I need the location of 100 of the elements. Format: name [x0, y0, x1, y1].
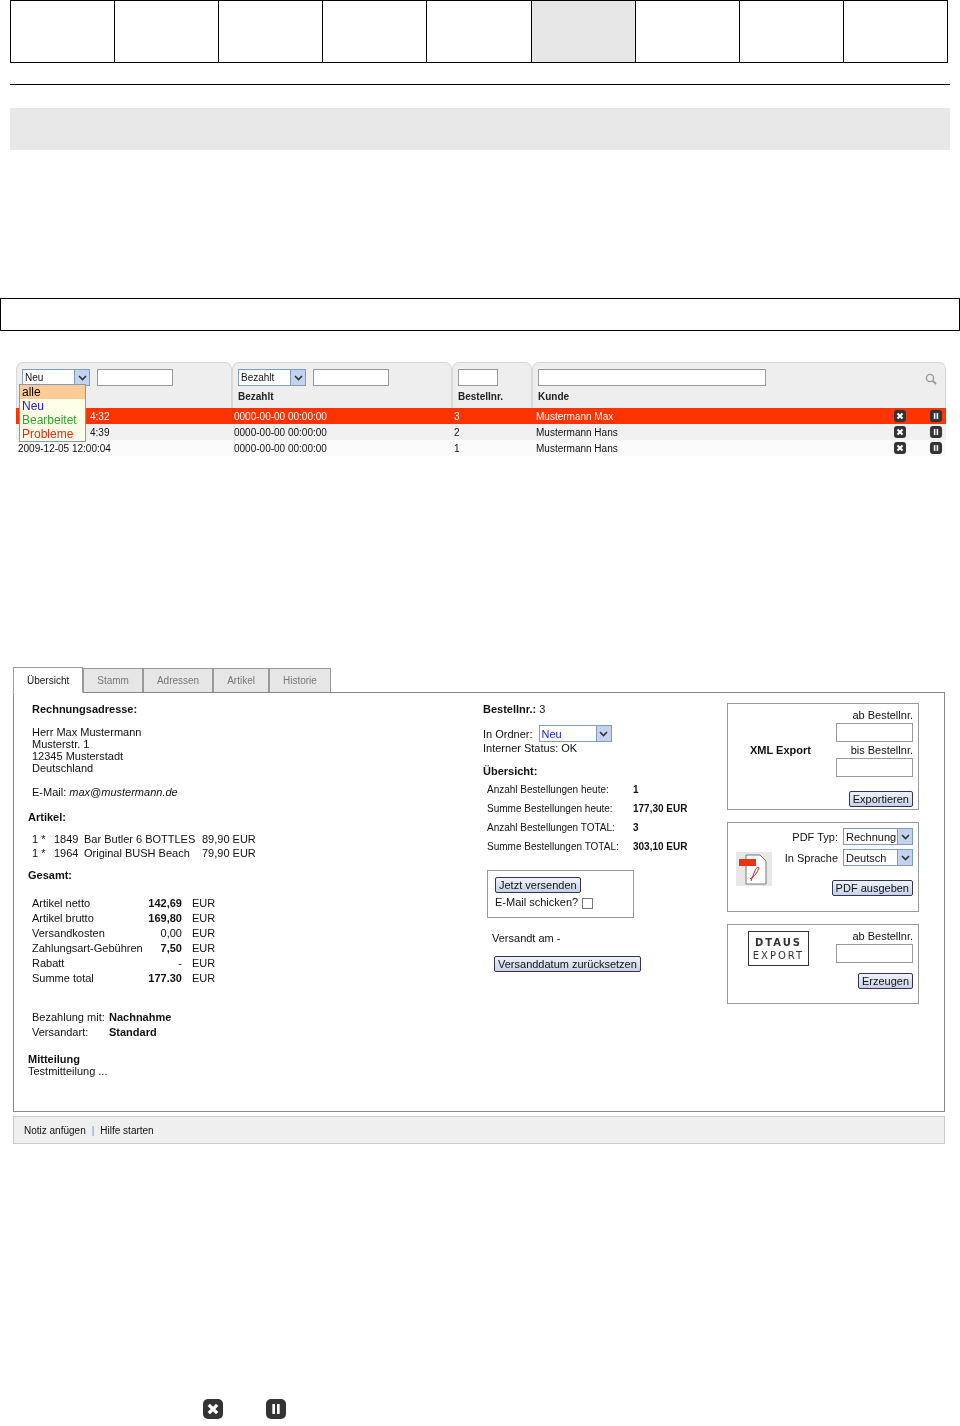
section-heading: Rechnungsadresse: — [31, 703, 139, 715]
table-cell-text: Summe Bestellungen TOTAL: — [487, 840, 620, 853]
pdf-file-icon — [736, 852, 772, 886]
column-label: Bezahlt — [238, 391, 275, 402]
table-cell-text: Anzahl Bestellungen TOTAL: — [487, 821, 616, 834]
filter-field[interactable] — [97, 369, 173, 386]
order-number: Bestellnr.: 3 — [483, 703, 547, 715]
close-icon[interactable] — [894, 426, 906, 438]
reset-button[interactable]: Versanddatum zurücksetzen — [494, 956, 641, 972]
filter-field[interactable] — [313, 369, 389, 386]
table-cell-text: Versandart: — [32, 1025, 90, 1038]
section-heading: Mitteilung — [28, 1053, 81, 1065]
table-cell-text: 177,30 EUR — [633, 802, 689, 815]
table-cell-text: Original BUSH Beach — [84, 847, 191, 859]
column-label: Kunde — [538, 391, 571, 402]
tab[interactable]: Stamm — [83, 668, 143, 692]
table-cell-text: EUR — [191, 896, 217, 909]
field-label: bis Bestellnr. — [850, 744, 913, 756]
type-select[interactable]: Rechnung — [843, 828, 913, 845]
pause-icon — [266, 1399, 286, 1419]
export-logo: DTAUS EXPORT — [748, 931, 809, 966]
table-cell-text: 1 — [453, 442, 461, 454]
table-cell-text: EUR — [191, 956, 217, 969]
email-label: E-Mail: max@mustermann.de — [31, 786, 179, 798]
table-cell-text: 142,69 — [147, 896, 182, 909]
caret-icon — [599, 730, 609, 737]
table-cell-text: Artikel netto — [32, 896, 92, 909]
tab[interactable]: Historie — [268, 668, 331, 692]
table-cell-text: Mustermann Hans — [535, 442, 618, 454]
menu-option[interactable]: Probleme — [20, 427, 85, 441]
table-cell-text: Bezahlung mit: — [32, 1010, 106, 1023]
field-label: PDF Typ: — [792, 830, 838, 843]
caret-icon — [77, 374, 87, 381]
pause-icon[interactable] — [930, 410, 942, 422]
footer-link[interactable]: Hilfe starten — [100, 1124, 154, 1136]
table-cell-text: 0000-00-00 00:00:00 — [233, 410, 328, 422]
table-cell-text: Summe Bestellungen heute: — [487, 802, 614, 815]
from-field[interactable] — [836, 723, 913, 742]
section-heading: Übersicht: — [483, 765, 539, 777]
table-cell-text: 303,10 EUR — [633, 840, 689, 853]
table-cell-text: EUR — [191, 941, 217, 954]
close-icon[interactable] — [894, 442, 906, 454]
message-text: Testmitteilung ... — [28, 1065, 109, 1077]
table-cell-text: Nachnahme — [109, 1010, 173, 1023]
filter-field[interactable] — [458, 369, 498, 386]
address-line: Deutschland — [32, 762, 95, 774]
table-cell-text: EUR — [191, 926, 217, 939]
caret-icon — [900, 833, 910, 840]
table-cell: Zahlungsart-Gebühren — [32, 941, 142, 954]
order-row[interactable]: 2009-12-05 12:00:04 0000-00-00 00:00:00 1 Mustermann Hans — [16, 440, 946, 456]
send-button[interactable]: Jetzt versenden — [495, 877, 581, 893]
column-label: Bestellnr. — [458, 391, 505, 402]
language-select[interactable]: Deutsch — [843, 849, 913, 866]
table-cell-text: 0000-00-00 00:00:00 — [233, 426, 328, 438]
tab[interactable]: Übersicht — [13, 667, 84, 693]
table-cell-text: 0,00 — [159, 926, 182, 939]
table-cell-text: 3 — [633, 821, 640, 834]
table-cell-text: Anzahl Bestellungen heute: — [487, 783, 610, 796]
shipped-text: Versandt am - — [491, 932, 562, 944]
table-cell-text: 169,80 — [147, 911, 182, 924]
address-line: Musterstr. 1 — [32, 738, 91, 750]
table-cell-text: Mustermann Hans — [535, 426, 618, 438]
table-cell-text: 0000-00-00 00:00:00 — [233, 442, 328, 454]
caret-icon — [293, 374, 303, 381]
panel-title: XML Export — [749, 744, 812, 756]
field-label: In Ordner: — [483, 727, 533, 740]
table-cell-text: 2009-12-05 12:00:04 — [17, 442, 111, 454]
field-label: ab Bestellnr. — [852, 930, 913, 942]
tab[interactable]: Artikel — [213, 668, 269, 692]
separator: | — [91, 1124, 95, 1136]
filter-select[interactable]: Bezahlt — [238, 369, 306, 386]
close-icon — [203, 1399, 223, 1419]
table-cell-text: 1 * — [32, 847, 47, 859]
pause-icon[interactable] — [930, 426, 942, 438]
table-cell-text: 1964 — [54, 847, 80, 859]
address-line: 12345 Musterstadt — [32, 750, 125, 762]
tab[interactable]: Adressen — [142, 668, 214, 692]
pause-icon[interactable] — [930, 442, 942, 454]
from-field[interactable] — [836, 944, 913, 963]
table-cell-text: Versandkosten — [32, 926, 106, 939]
to-field[interactable] — [836, 758, 913, 777]
section-heading: Gesamt: — [28, 869, 74, 881]
table-cell-text: Artikel brutto — [32, 911, 95, 924]
address-line: Herr Max Mustermann — [32, 726, 143, 738]
export-button[interactable]: Exportieren — [848, 791, 913, 807]
table-cell-text: Standard — [109, 1025, 158, 1038]
generate-button[interactable]: Erzeugen — [857, 973, 913, 989]
checkbox-label: E-Mail schicken? — [495, 896, 594, 909]
field-label: ab Bestellnr. — [852, 709, 913, 721]
table-cell-text: 2 — [453, 426, 461, 438]
field-label: In Sprache — [784, 851, 838, 864]
checkbox[interactable] — [582, 897, 594, 909]
section-heading: Artikel: — [28, 811, 67, 823]
filter-field[interactable] — [538, 369, 766, 386]
close-icon[interactable] — [894, 410, 906, 422]
folder-select[interactable]: Neu — [538, 725, 612, 742]
pdf-button[interactable]: PDF ausgeben — [831, 880, 913, 896]
footer-link[interactable]: Notiz anfügen — [24, 1124, 86, 1136]
search-icon[interactable] — [925, 373, 937, 385]
menu-option[interactable]: alle — [20, 385, 85, 399]
